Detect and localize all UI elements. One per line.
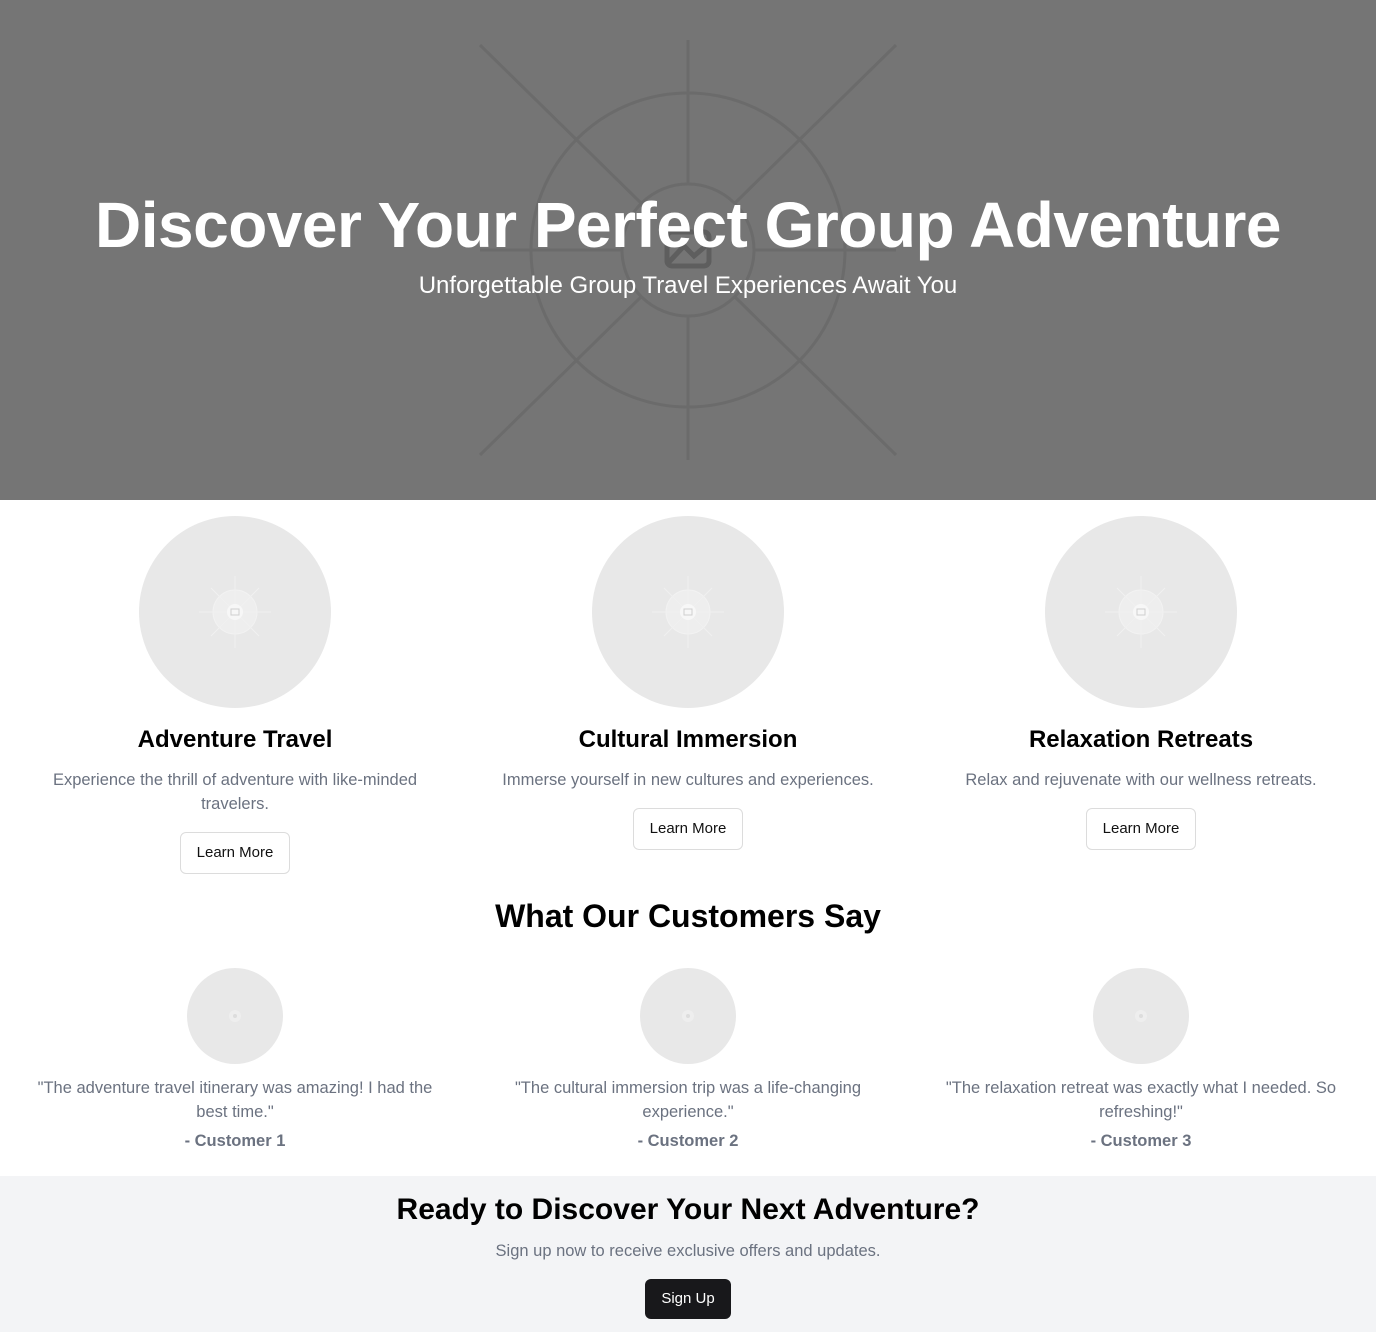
testimonial-author: - Customer 2 xyxy=(637,1132,739,1150)
testimonial-author: - Customer 3 xyxy=(1090,1132,1192,1150)
service-image-placeholder xyxy=(139,516,331,708)
testimonial-card: "The cultural immersion trip was a life-… xyxy=(473,968,903,1151)
service-card-cultural: Cultural Immersion Immerse yourself in n… xyxy=(478,516,898,850)
hero-title: Discover Your Perfect Group Adventure xyxy=(95,189,1281,261)
learn-more-button[interactable]: Learn More xyxy=(632,808,744,850)
cta-subtitle: Sign up now to receive exclusive offers … xyxy=(495,1242,881,1260)
service-title: Adventure Travel xyxy=(137,726,333,753)
service-image-placeholder xyxy=(1045,516,1237,708)
service-description: Experience the thrill of adventure with … xyxy=(52,771,418,813)
testimonial-quote: "The adventure travel itinerary was amaz… xyxy=(37,1079,433,1121)
service-card-adventure: Adventure Travel Experience the thrill o… xyxy=(25,516,445,874)
service-description: Immerse yourself in new cultures and exp… xyxy=(502,771,874,789)
learn-more-button[interactable]: Learn More xyxy=(179,832,291,874)
testimonial-quote: "The cultural immersion trip was a life-… xyxy=(514,1079,862,1121)
service-title: Cultural Immersion xyxy=(578,726,798,753)
cta-section: Ready to Discover Your Next Adventure? S… xyxy=(0,1176,1376,1332)
avatar xyxy=(640,968,736,1064)
sign-up-button[interactable]: Sign Up xyxy=(645,1279,731,1319)
hero-section: Discover Your Perfect Group Adventure Un… xyxy=(0,0,1376,500)
testimonial-card: "The relaxation retreat was exactly what… xyxy=(926,968,1356,1151)
testimonials-title: What Our Customers Say xyxy=(495,898,881,934)
testimonial-author: - Customer 1 xyxy=(184,1132,286,1150)
services-section: Adventure Travel Experience the thrill o… xyxy=(0,500,1376,876)
avatar xyxy=(1093,968,1189,1064)
learn-more-button[interactable]: Learn More xyxy=(1085,808,1197,850)
service-card-relaxation: Relaxation Retreats Relax and rejuvenate… xyxy=(931,516,1351,850)
service-description: Relax and rejuvenate with our wellness r… xyxy=(965,771,1317,789)
avatar xyxy=(187,968,283,1064)
testimonial-quote: "The relaxation retreat was exactly what… xyxy=(945,1079,1337,1121)
service-image-placeholder xyxy=(592,516,784,708)
testimonial-card: "The adventure travel itinerary was amaz… xyxy=(20,968,450,1151)
cta-title: Ready to Discover Your Next Adventure? xyxy=(396,1193,980,1226)
service-title: Relaxation Retreats xyxy=(1028,726,1254,753)
hero-subtitle: Unforgettable Group Travel Experiences A… xyxy=(418,272,958,299)
